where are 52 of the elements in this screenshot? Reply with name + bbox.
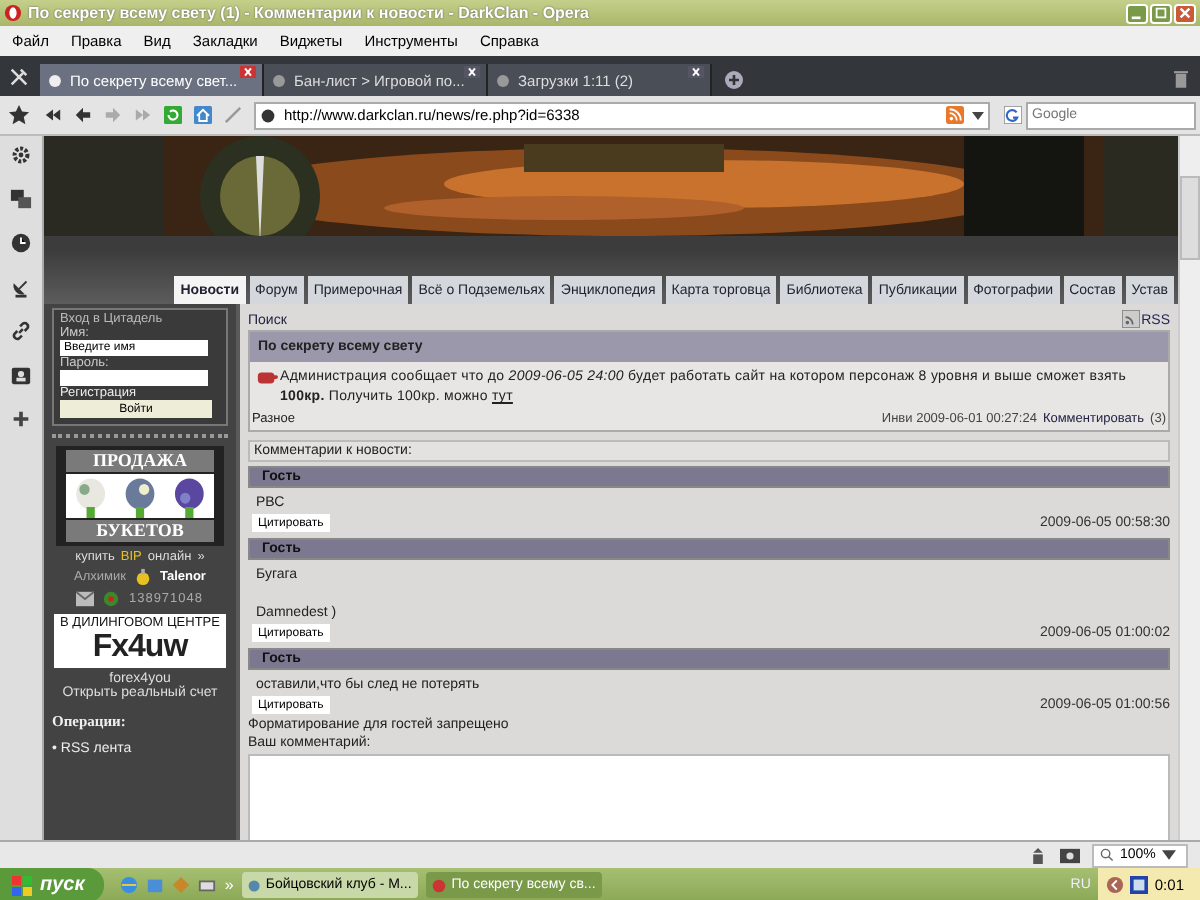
close-icon[interactable] <box>240 66 256 78</box>
windows-logo-icon <box>12 875 32 895</box>
settings-icon[interactable] <box>10 144 32 166</box>
app-icon <box>247 877 260 893</box>
new-tab-icon[interactable] <box>724 70 744 90</box>
minimize-button[interactable] <box>1126 3 1148 23</box>
trash-icon[interactable] <box>1174 70 1188 88</box>
site-icon <box>48 73 62 87</box>
app-icon <box>431 877 446 893</box>
magnifier-icon <box>1100 848 1114 862</box>
comment-field[interactable] <box>248 754 1170 840</box>
rss-icon <box>1121 310 1140 328</box>
wrench-icon[interactable] <box>8 66 30 88</box>
ad-logo: Fx4uw <box>92 630 188 664</box>
pointing-hand-icon <box>256 370 278 386</box>
close-button[interactable] <box>1174 3 1196 23</box>
back-icon[interactable] <box>74 106 92 124</box>
flower-ad[interactable]: ПРОДАЖА БУКЕТОВ <box>56 446 224 546</box>
monitor-icon[interactable] <box>1130 876 1149 894</box>
rewind-icon[interactable] <box>44 106 62 124</box>
site-icon <box>260 107 276 123</box>
upload-icon[interactable] <box>1028 847 1048 863</box>
dropdown-arrow-icon[interactable] <box>1161 848 1176 862</box>
link-icon[interactable] <box>10 320 32 342</box>
close-icon[interactable] <box>464 66 480 78</box>
plus-icon[interactable] <box>10 408 32 430</box>
dropdown-arrow-icon[interactable] <box>972 111 984 119</box>
site-icon <box>272 73 286 87</box>
satellite-dish-icon[interactable] <box>10 276 32 298</box>
star-icon[interactable] <box>8 104 30 126</box>
close-icon[interactable] <box>688 66 704 78</box>
potion-icon <box>133 568 152 586</box>
maximize-button[interactable] <box>1150 3 1172 23</box>
site-icon <box>496 73 510 87</box>
reload-icon[interactable] <box>164 106 182 124</box>
window-title: По секрету всему свету (1) - Комментарии к новости - DarkClan - Opera <box>28 4 589 22</box>
browser-logo-icon <box>4 4 22 22</box>
image-icon[interactable] <box>1060 847 1080 863</box>
home-icon[interactable] <box>194 106 212 124</box>
clock-icon[interactable] <box>10 232 32 254</box>
maximize-icon <box>1154 6 1168 20</box>
search-engine-icon[interactable] <box>1004 106 1022 124</box>
contacts-icon[interactable] <box>10 364 32 386</box>
close-icon <box>1178 6 1192 20</box>
scroll-bar[interactable] <box>1178 136 1200 840</box>
ad-heading: ПРОДАЖА <box>66 450 214 472</box>
ad-heading: БУКЕТОВ <box>66 520 214 542</box>
password-field[interactable] <box>60 370 208 386</box>
back-arrow-icon[interactable] <box>1106 876 1125 894</box>
windows-icon[interactable] <box>10 188 32 210</box>
rss-icon[interactable] <box>946 106 964 124</box>
mail-icon[interactable] <box>76 590 95 608</box>
